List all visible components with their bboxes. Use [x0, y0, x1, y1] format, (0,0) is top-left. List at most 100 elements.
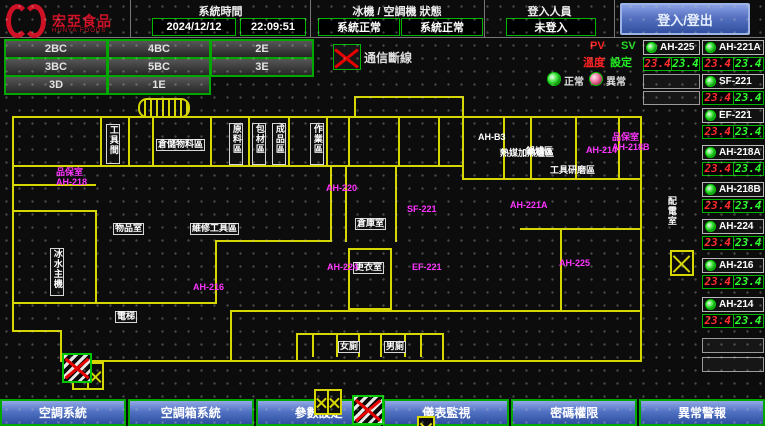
- unit-ah-214[interactable]: AH-214: [702, 297, 764, 312]
- device-label-ah-220: AH-220: [326, 184, 357, 194]
- comm-fail-label: 通信斷線: [364, 49, 412, 66]
- unit-ah-216-values: 23.423.4: [702, 275, 764, 289]
- wall: [12, 210, 97, 212]
- status-led-icon: [705, 184, 716, 195]
- brand-name-en: HUNYA FOODS: [52, 28, 112, 34]
- unit-ah-218a[interactable]: AH-218A: [702, 145, 764, 160]
- sv-value: 23.4: [734, 200, 764, 212]
- sv-value: 23.4: [672, 58, 699, 70]
- wall: [230, 310, 642, 312]
- wall: [95, 210, 97, 304]
- room-label: 電梯: [115, 311, 137, 323]
- unit-label: AH-218A: [719, 147, 761, 158]
- empty-slot: [643, 74, 700, 89]
- wall: [395, 167, 397, 242]
- logo-text-block: 宏亞食品 HUNYA FOODS: [52, 14, 112, 34]
- room-label: 維修工具區: [190, 223, 239, 235]
- unit-ah-225[interactable]: AH-225: [643, 40, 700, 55]
- header: 宏亞食品 HUNYA FOODS 系統時間 2024/12/12 22:09:5…: [0, 0, 765, 38]
- abnormal-legend-label: 異常: [606, 73, 626, 88]
- unit-ah-216[interactable]: AH-216: [702, 258, 764, 273]
- sv-legend: SV: [621, 40, 636, 52]
- sv-set-legend: 設定: [610, 54, 632, 70]
- normal-legend-label: 正常: [564, 73, 584, 88]
- header-divider: [614, 0, 615, 37]
- floor-button-3e[interactable]: 3E: [210, 57, 314, 77]
- system-date-value: 2024/12/12: [152, 18, 236, 36]
- wall: [438, 117, 440, 166]
- device-label-sf-221: SF-221: [407, 205, 437, 215]
- floor-button-2e[interactable]: 2E: [210, 39, 314, 59]
- device-ah-220[interactable]: [352, 395, 384, 425]
- brand-name: 宏亞食品: [52, 14, 112, 28]
- abnormal-led-icon: [589, 72, 603, 86]
- wall: [312, 334, 314, 357]
- wall: [210, 117, 212, 166]
- pv-value: 23.4: [703, 315, 734, 327]
- stairs-icon: [417, 416, 435, 426]
- unit-label: AH-218B: [719, 184, 761, 195]
- pv-value: 23.4: [703, 237, 734, 249]
- header-divider: [130, 0, 131, 37]
- login-status-value: 未登入: [506, 18, 596, 36]
- sv-value: 23.4: [734, 315, 764, 327]
- unit-sf-221[interactable]: SF-221: [702, 74, 764, 89]
- pv-legend: PV: [590, 40, 605, 52]
- sv-value: 23.4: [734, 58, 764, 70]
- wall: [380, 334, 382, 357]
- wall: [12, 116, 14, 332]
- room-label: 倉儲物料區: [156, 139, 205, 151]
- login-logout-button[interactable]: 登入/登出: [620, 3, 750, 35]
- floor-button-2bc[interactable]: 2BC: [4, 39, 108, 59]
- stairs-icon: [314, 389, 342, 415]
- pv-value: 23.4: [703, 200, 734, 212]
- floor-button-3d[interactable]: 3D: [4, 75, 108, 95]
- wall: [462, 117, 464, 179]
- sv-value: 23.4: [734, 163, 764, 175]
- device-ah-218[interactable]: [62, 353, 92, 383]
- room-label: 工具研磨區: [550, 166, 595, 176]
- wall: [12, 330, 62, 332]
- status-led-icon: [705, 260, 716, 271]
- stairs-icon: [670, 250, 694, 276]
- unit-ef-221[interactable]: EF-221: [702, 108, 764, 123]
- login-user-label: 登入人員: [487, 3, 612, 19]
- sv-value: 23.4: [734, 276, 764, 288]
- unit-ah-221a[interactable]: AH-221A: [702, 40, 764, 55]
- unit-ah-214-values: 23.423.4: [702, 314, 764, 328]
- nav-button-password-authority[interactable]: 密碼權限: [511, 399, 637, 426]
- device-label-ah-216: AH-216: [193, 283, 224, 293]
- normal-led-icon: [547, 72, 561, 86]
- unit-ah-225-values: 23.423.4: [643, 57, 700, 71]
- unit-label: AH-221A: [719, 42, 761, 53]
- room-label: 倉庫室: [355, 218, 386, 230]
- unit-ah-218b-values: 23.423.4: [702, 199, 764, 213]
- nav-button-ac-system[interactable]: 空調系統: [0, 399, 126, 426]
- wall: [12, 302, 217, 304]
- floor-button-1e[interactable]: 1E: [107, 75, 211, 95]
- nav-button-ahu-system[interactable]: 空調箱系統: [128, 399, 254, 426]
- pv-value: 23.4: [703, 92, 734, 104]
- room-label: 作業區: [310, 123, 324, 165]
- unit-ah-224[interactable]: AH-224: [702, 219, 764, 234]
- pv-value: 23.4: [703, 126, 734, 138]
- unit-label: AH-224: [719, 221, 753, 232]
- wall: [348, 248, 392, 310]
- nav-button-instrument-monitor[interactable]: 儀表監視: [383, 399, 509, 426]
- unit-ah-224-values: 23.423.4: [702, 236, 764, 250]
- wall: [354, 96, 464, 118]
- device-label-ah-224: AH-224: [327, 263, 358, 273]
- unit-ah-218b[interactable]: AH-218B: [702, 182, 764, 197]
- pv-value: 23.4: [644, 58, 672, 70]
- floor-button-3bc[interactable]: 3BC: [4, 57, 108, 77]
- status-led-icon: [705, 110, 716, 121]
- status-led-icon: [705, 221, 716, 232]
- device-label-ah-218b: 品保室 AH-218B: [612, 133, 650, 153]
- unit-sf-221-values: 23.423.4: [702, 91, 764, 105]
- floor-button-4bc[interactable]: 4BC: [107, 39, 211, 59]
- wall: [288, 117, 290, 166]
- wall: [520, 228, 642, 230]
- nav-button-abnormal-alarm[interactable]: 異常警報: [639, 399, 765, 426]
- room-label: 女廁: [338, 341, 360, 353]
- floor-button-5bc[interactable]: 5BC: [107, 57, 211, 77]
